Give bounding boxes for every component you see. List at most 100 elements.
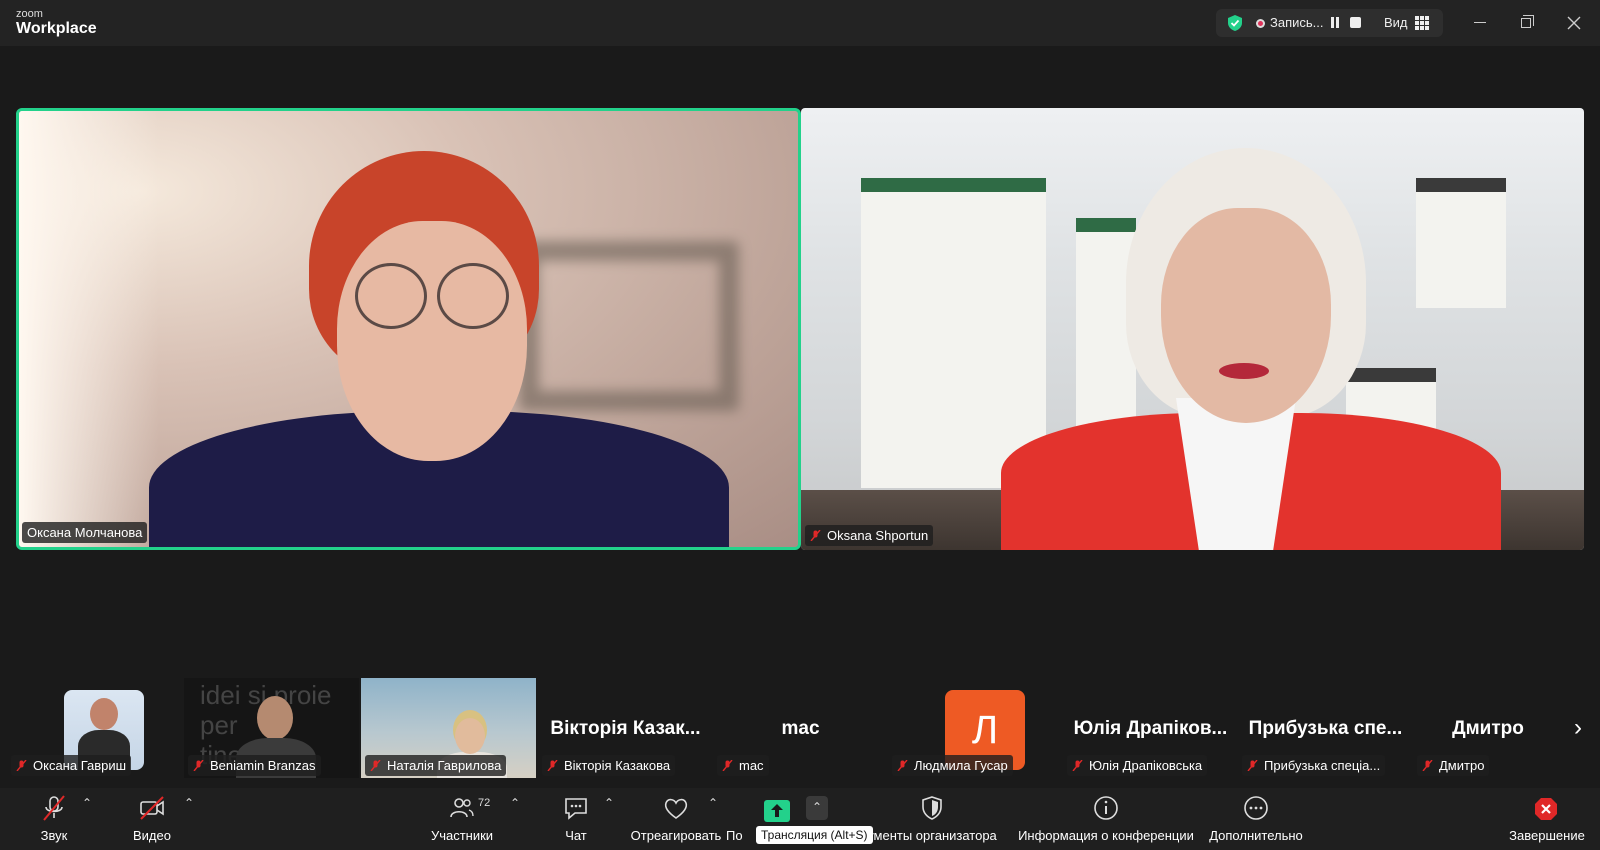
participant-name-tag: Оксана Молчанова <box>22 522 148 543</box>
participant-name-tag: Людмила Гусар <box>892 755 1013 776</box>
shield-check-icon[interactable] <box>1226 14 1244 32</box>
gallery-tile[interactable]: Дмитро Дмитро <box>1413 678 1563 778</box>
title-bar: zoom Workplace Запись... Вид <box>0 0 1600 46</box>
participant-name-tag: Oksana Shportun <box>805 525 934 546</box>
grid-view-icon[interactable] <box>1415 16 1429 30</box>
participant-display-name: Дмитро <box>1452 718 1524 739</box>
mic-muted-icon <box>1422 760 1433 771</box>
participant-name-tag: Оксана Гавриш <box>11 755 132 776</box>
heart-icon <box>664 798 688 819</box>
mic-muted-icon <box>1072 760 1083 771</box>
participant-display-name: mac <box>781 718 820 739</box>
participants-label: Участники <box>430 828 494 843</box>
react-options-chevron-icon[interactable]: ⌃ <box>706 796 720 810</box>
audio-button[interactable]: Звук <box>24 788 84 850</box>
gallery-tile[interactable]: Л Людмила Гусар <box>888 678 1063 778</box>
participant-name: Прибузька спеціа... <box>1264 758 1381 773</box>
video-options-chevron-icon[interactable]: ⌃ <box>182 796 196 810</box>
participant-display-name: Прибузька спе... <box>1248 718 1403 739</box>
participant-name: mac <box>739 758 764 773</box>
minimize-icon <box>1474 22 1486 23</box>
view-button[interactable]: Вид <box>1384 15 1408 30</box>
react-label: Отреагировать <box>630 828 722 843</box>
close-icon <box>1567 16 1581 30</box>
gallery-tile[interactable]: idei si proiepertine ectiv Beniamin Bran… <box>184 678 359 778</box>
participant-name: Oksana Shportun <box>827 528 929 543</box>
participant-name: Дмитро <box>1439 758 1485 773</box>
restore-icon <box>1521 15 1534 28</box>
mic-muted-icon <box>547 760 558 771</box>
end-meeting-button[interactable]: Завершение <box>1504 788 1590 850</box>
mic-muted-icon <box>1247 760 1258 771</box>
gallery-tile[interactable]: mac mac <box>713 678 888 778</box>
more-icon <box>1244 796 1268 820</box>
participant-video-face <box>337 221 527 461</box>
meeting-info-label: Информация о конференции <box>1018 828 1194 843</box>
record-dot-icon <box>1256 19 1265 28</box>
participant-name-tag: Юлія Драпіковська <box>1067 755 1208 776</box>
end-label: Завершение <box>1509 828 1585 843</box>
mic-muted-icon <box>193 760 204 771</box>
more-label: Дополнительно <box>1209 828 1303 843</box>
chevron-right-icon[interactable]: › <box>1568 716 1588 740</box>
participants-button[interactable]: Участники <box>420 788 504 850</box>
host-tools-button[interactable]: ументы организатора <box>862 788 1002 850</box>
gallery-tile[interactable]: Юлія Драпіков... Юлія Драпіковська <box>1063 678 1238 778</box>
mic-muted-icon <box>897 760 908 771</box>
participant-name: Наталія Гаврилова <box>387 758 502 773</box>
participant-name: Оксана Гавриш <box>33 758 127 773</box>
participant-name-tag: Наталія Гаврилова <box>365 755 507 776</box>
participant-video-lips <box>1219 363 1269 379</box>
video-tile-active-speaker[interactable]: Оксана Молчанова <box>16 108 801 550</box>
participant-name-tag: Дмитро <box>1417 755 1490 776</box>
share-up-arrow-icon <box>764 800 790 822</box>
end-icon <box>1535 798 1557 820</box>
participant-name: Юлія Драпіковська <box>1089 758 1203 773</box>
video-button[interactable]: Видео <box>120 788 184 850</box>
zoom-logo: zoom Workplace <box>16 9 97 37</box>
participants-count: 72 <box>478 797 491 809</box>
recording-label: Запись... <box>1270 15 1324 30</box>
glasses-right <box>437 263 509 329</box>
wall-frame <box>519 241 739 411</box>
participant-name-tag: Прибузька спеціа... <box>1242 755 1386 776</box>
minimize-button[interactable] <box>1468 11 1492 35</box>
video-label: Видео <box>133 828 171 843</box>
restore-button[interactable] <box>1514 11 1538 35</box>
info-icon <box>1094 796 1118 820</box>
chat-options-chevron-icon[interactable]: ⌃ <box>602 796 616 810</box>
share-label: По <box>726 828 743 843</box>
gallery-strip: Оксана Гавриш idei si proiepertine ectiv… <box>0 678 1600 778</box>
participant-name-tag: mac <box>717 755 769 776</box>
gallery-tile[interactable]: Прибузька спе... Прибузька спеціа... <box>1238 678 1413 778</box>
pause-icon[interactable] <box>1328 16 1342 30</box>
share-options-chevron-icon[interactable]: ⌃ <box>806 796 828 820</box>
chat-icon <box>565 798 587 820</box>
recording-pill: Запись... Вид <box>1216 9 1443 37</box>
meeting-info-button[interactable]: Информация о конференции <box>1018 788 1194 850</box>
gallery-tile[interactable]: Вікторія Казак... Вікторія Казакова <box>538 678 713 778</box>
participants-options-chevron-icon[interactable]: ⌃ <box>508 796 522 810</box>
participant-display-name: Юлія Драпіков... <box>1073 718 1228 739</box>
window-light <box>19 111 159 547</box>
audio-options-chevron-icon[interactable]: ⌃ <box>80 796 94 810</box>
close-button[interactable] <box>1562 11 1586 35</box>
participant-name: Оксана Молчанова <box>27 525 143 540</box>
chat-button[interactable]: Чат <box>550 788 602 850</box>
mic-muted-icon <box>16 760 27 771</box>
participant-video-face <box>1161 208 1331 423</box>
wall-portrait <box>1416 178 1506 308</box>
gallery-tile[interactable]: Оксана Гавриш <box>7 678 182 778</box>
host-tools-label: ументы организатора <box>867 828 997 843</box>
video-tile[interactable]: Oksana Shportun <box>801 108 1584 550</box>
mic-muted-icon <box>43 795 65 821</box>
meeting-stage: Оксана Молчанова Oksana Shportun Оксана … <box>0 46 1600 788</box>
participant-name: Вікторія Казакова <box>564 758 671 773</box>
glasses-left <box>355 263 427 329</box>
chat-label: Чат <box>565 828 587 843</box>
more-button[interactable]: Дополнительно <box>1206 788 1306 850</box>
brand-big: Workplace <box>16 20 97 37</box>
gallery-tile[interactable]: Наталія Гаврилова <box>361 678 536 778</box>
stop-icon[interactable] <box>1350 17 1361 28</box>
participant-video <box>455 718 485 754</box>
